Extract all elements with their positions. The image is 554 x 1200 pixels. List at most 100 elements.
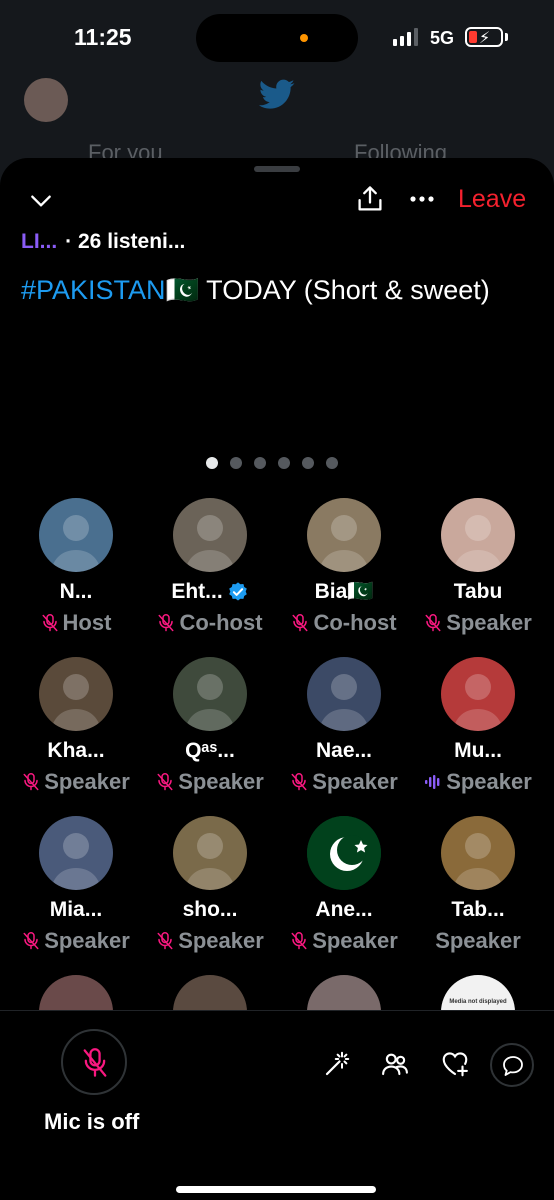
host-name[interactable]: LI... bbox=[21, 230, 57, 254]
speaker-name: Mia... bbox=[9, 898, 143, 922]
speaker-name-text: Nae... bbox=[315, 739, 373, 762]
speaker-avatar[interactable] bbox=[39, 816, 113, 890]
speaker-name-text: N... bbox=[59, 580, 93, 603]
speaker-name-text: Bia🇵🇰 bbox=[314, 580, 374, 603]
person-silhouette-icon bbox=[319, 674, 369, 731]
mic-off-icon bbox=[42, 614, 58, 632]
leave-button[interactable]: Leave bbox=[458, 185, 526, 214]
status-time: 11:25 bbox=[74, 24, 132, 50]
speaker-name: Tab... bbox=[411, 898, 545, 922]
speaker-avatar[interactable] bbox=[173, 816, 247, 890]
more-options-icon[interactable] bbox=[408, 186, 436, 212]
page-dot[interactable] bbox=[302, 457, 314, 469]
media-placeholder-text: Media not displayed bbox=[449, 999, 507, 1005]
speaker-avatar[interactable] bbox=[441, 657, 515, 731]
speaker-role: Speaker bbox=[143, 928, 277, 954]
speaker-avatar[interactable] bbox=[307, 498, 381, 572]
speaker-role: Speaker bbox=[411, 769, 545, 795]
heart-plus-icon[interactable] bbox=[440, 1049, 470, 1079]
title-hashtag[interactable]: #PAKISTAN bbox=[21, 275, 166, 305]
page-dot[interactable] bbox=[206, 457, 218, 469]
battery-icon: ⚡ bbox=[465, 27, 503, 47]
page-dot[interactable] bbox=[326, 457, 338, 469]
speaker-avatar[interactable] bbox=[441, 816, 515, 890]
mic-off-icon bbox=[23, 932, 39, 950]
sheet-top-bar: Leave bbox=[0, 180, 554, 220]
speaker-name-text: Mia... bbox=[49, 898, 103, 921]
magic-wand-icon[interactable] bbox=[322, 1049, 352, 1079]
speaker-role-text: Speaker bbox=[178, 769, 264, 794]
speaker-name-text: Kha... bbox=[47, 739, 105, 762]
speaker-role-text: Speaker bbox=[312, 928, 398, 953]
speaker-card[interactable]: N... Host bbox=[9, 498, 143, 636]
speaker-card[interactable]: Bia🇵🇰 Co-host bbox=[277, 498, 411, 636]
speaker-name: Nae... bbox=[277, 739, 411, 763]
page-dot[interactable] bbox=[230, 457, 242, 469]
speaker-card[interactable]: Ane... Speaker bbox=[277, 816, 411, 954]
page-dot[interactable] bbox=[278, 457, 290, 469]
speaker-card[interactable]: Nae... Speaker bbox=[277, 657, 411, 795]
mic-off-icon bbox=[291, 773, 307, 791]
mic-off-icon bbox=[23, 773, 39, 791]
speaker-role-text: Speaker bbox=[435, 928, 521, 953]
speaker-card[interactable]: Kha... Speaker bbox=[9, 657, 143, 795]
network-type: 5G bbox=[430, 28, 455, 48]
speaker-card[interactable]: Mia... Speaker bbox=[9, 816, 143, 954]
speaker-role: Speaker bbox=[143, 769, 277, 795]
share-icon[interactable] bbox=[356, 184, 384, 214]
mic-off-icon bbox=[157, 773, 173, 791]
speaker-role-text: Speaker bbox=[446, 610, 532, 635]
speaker-card[interactable]: Tab... Speaker bbox=[411, 816, 545, 954]
participants-icon[interactable] bbox=[380, 1049, 410, 1079]
speaker-role-text: Speaker bbox=[178, 928, 264, 953]
speaker-role: Speaker bbox=[411, 928, 545, 954]
speaker-avatar[interactable] bbox=[307, 816, 381, 890]
page-dot[interactable] bbox=[254, 457, 266, 469]
speaker-name: sho... bbox=[143, 898, 277, 922]
twitter-bird-icon bbox=[258, 79, 295, 109]
speaker-card[interactable]: sho... Speaker bbox=[143, 816, 277, 954]
speaker-name-text: Tab... bbox=[451, 898, 505, 921]
recording-dot bbox=[300, 34, 308, 42]
speaker-avatar[interactable] bbox=[39, 657, 113, 731]
speaker-role-text: Co-host bbox=[179, 610, 263, 635]
speaker-role: Speaker bbox=[277, 928, 411, 954]
speaker-role-text: Host bbox=[62, 610, 112, 635]
speaker-name: Eht... bbox=[143, 580, 277, 604]
title-text: TODAY (Short & sweet) bbox=[199, 275, 490, 305]
speaker-card[interactable]: Mu... Speaker bbox=[411, 657, 545, 795]
speaker-name: Ane... bbox=[277, 898, 411, 922]
pakistan-flag-icon bbox=[307, 816, 381, 890]
speaker-avatar[interactable] bbox=[441, 498, 515, 572]
person-silhouette-icon bbox=[185, 515, 235, 572]
speaker-role: Speaker bbox=[411, 610, 545, 636]
cellular-signal-icon bbox=[393, 28, 418, 46]
speaker-card[interactable]: Eht... Co-host bbox=[143, 498, 277, 636]
speaker-name: Tabu bbox=[411, 580, 545, 604]
speaker-role-text: Speaker bbox=[446, 769, 532, 794]
mic-off-icon bbox=[292, 614, 308, 632]
person-silhouette-icon bbox=[319, 515, 369, 572]
speaker-role: Speaker bbox=[9, 769, 143, 795]
space-title: #PAKISTAN🇵🇰 TODAY (Short & sweet) bbox=[21, 272, 521, 308]
verified-badge-icon bbox=[228, 582, 247, 601]
speaker-avatar[interactable] bbox=[173, 657, 247, 731]
speaker-role: Speaker bbox=[9, 928, 143, 954]
listener-count[interactable]: · 26 listeni... bbox=[65, 230, 185, 254]
chevron-down-icon[interactable] bbox=[28, 188, 54, 214]
speaker-role-text: Speaker bbox=[312, 769, 398, 794]
speaker-card[interactable]: Tabu Speaker bbox=[411, 498, 545, 636]
speaker-avatar[interactable] bbox=[307, 657, 381, 731]
mic-off-icon bbox=[291, 932, 307, 950]
speaker-avatar[interactable] bbox=[173, 498, 247, 572]
speaking-waveform-icon bbox=[425, 775, 440, 789]
mic-toggle-button[interactable] bbox=[61, 1029, 127, 1095]
speaker-avatar[interactable] bbox=[39, 498, 113, 572]
sheet-grabber[interactable] bbox=[254, 166, 300, 172]
chat-button[interactable] bbox=[490, 1043, 534, 1087]
speaker-name: Qᵃˢ... bbox=[143, 739, 277, 763]
speaker-role-text: Speaker bbox=[44, 928, 130, 953]
speaker-name-text: Eht... bbox=[171, 580, 223, 603]
speaker-card[interactable]: Qᵃˢ... Speaker bbox=[143, 657, 277, 795]
person-silhouette-icon bbox=[51, 833, 101, 890]
